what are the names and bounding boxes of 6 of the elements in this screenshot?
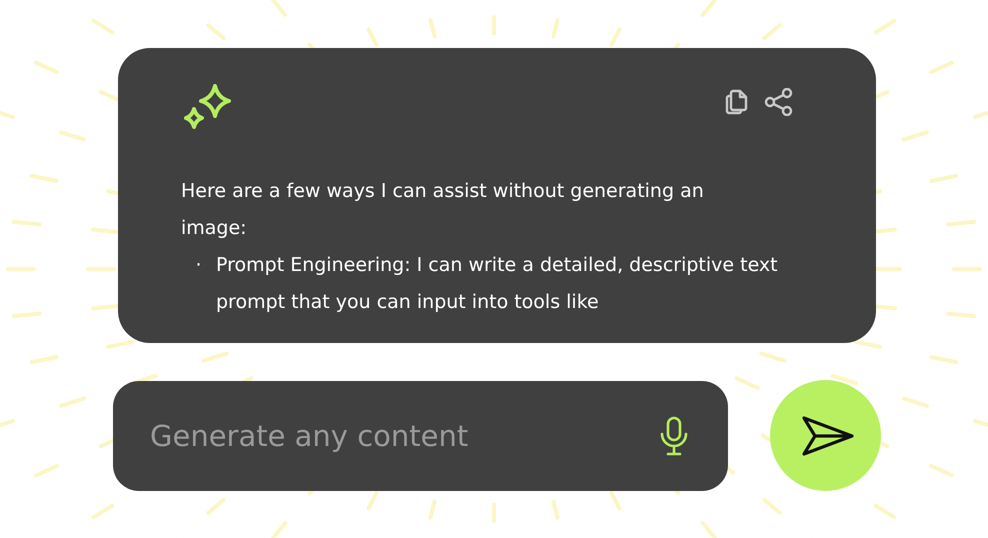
response-text: Here are a few ways I can assist without generating an image: bbox=[181, 179, 705, 241]
bullet-text: Prompt Engineering: I can write a detailed, descriptive text prompt that you can input into tools like bbox=[216, 253, 779, 315]
microphone-icon[interactable] bbox=[658, 414, 690, 456]
prompt-box[interactable]: Generate any content bbox=[113, 380, 728, 490]
prompt-field[interactable]: Generate any content bbox=[148, 418, 658, 454]
bullet-marker: · bbox=[194, 253, 203, 278]
